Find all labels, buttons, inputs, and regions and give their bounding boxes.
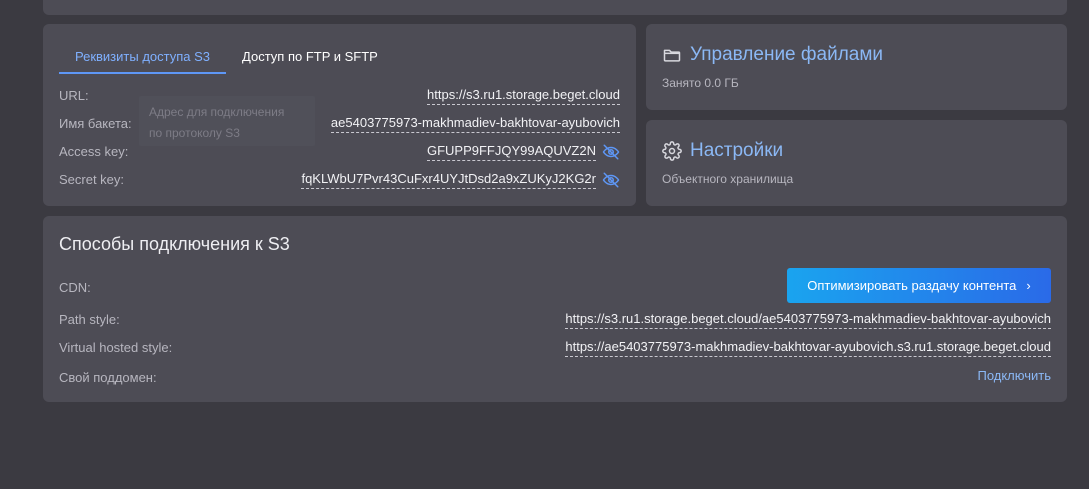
storage-used: Занято 0.0 ГБ bbox=[662, 76, 739, 90]
bucket-label: Имя бакета: bbox=[59, 116, 132, 131]
connect-subdomain-link[interactable]: Подключить bbox=[977, 368, 1051, 383]
settings-title[interactable]: Настройки bbox=[690, 140, 783, 162]
eye-off-icon[interactable] bbox=[602, 143, 620, 161]
cdn-label: CDN: bbox=[59, 280, 91, 295]
url-tooltip: Адрес для подключения по протоколу S3 bbox=[139, 96, 315, 146]
file-management-title[interactable]: Управление файлами bbox=[690, 44, 883, 66]
path-style-value[interactable]: https://s3.ru1.storage.beget.cloud/ae540… bbox=[565, 311, 1051, 329]
access-key-value[interactable]: GFUPP9FFJQY99AQUVZ2N bbox=[426, 143, 596, 161]
settings-card[interactable]: Настройки Объектного хранилища bbox=[646, 120, 1067, 206]
path-style-row: Path style: https://s3.ru1.storage.beget… bbox=[59, 310, 1051, 332]
s3-connection-title: Способы подключения к S3 bbox=[59, 234, 290, 254]
top-card bbox=[43, 0, 1067, 15]
file-management-title-row[interactable]: Управление файлами bbox=[662, 44, 883, 66]
tooltip-line-1: Адрес для подключения bbox=[149, 105, 285, 119]
bucket-value[interactable]: ae5403775973-makhmadiev-bakhtovar-ayubov… bbox=[330, 115, 620, 133]
optimize-content-button[interactable]: Оптимизировать раздачу контента › bbox=[787, 268, 1051, 303]
tab-ftp-sftp[interactable]: Доступ по FTP и SFTP bbox=[226, 42, 394, 74]
subdomain-row: Свой поддомен: bbox=[59, 368, 1051, 390]
credentials-tabs: Реквизиты доступа S3 Доступ по FTP и SFT… bbox=[59, 42, 394, 74]
folder-icon bbox=[663, 49, 681, 62]
url-label: URL: bbox=[59, 88, 89, 103]
secret-key-value[interactable]: fqKLWbU7Pvr43CuFxr4UYJtDsd2a9xZUKyJ2KG2r bbox=[301, 171, 596, 189]
secret-key-label: Secret key: bbox=[59, 172, 125, 187]
settings-title-row[interactable]: Настройки bbox=[662, 140, 783, 162]
settings-subtitle: Объектного хранилища bbox=[662, 172, 794, 186]
credentials-card: Реквизиты доступа S3 Доступ по FTP и SFT… bbox=[43, 24, 636, 206]
virtual-hosted-value[interactable]: https://ae5403775973-makhmadiev-bakhtova… bbox=[565, 339, 1051, 357]
tooltip-line-2: по протоколу S3 bbox=[149, 126, 240, 140]
access-key-label: Access key: bbox=[59, 144, 129, 159]
eye-off-icon[interactable] bbox=[602, 171, 620, 189]
chevron-right-icon: › bbox=[1026, 278, 1031, 293]
url-value[interactable]: https://s3.ru1.storage.beget.cloud bbox=[427, 87, 620, 105]
secret-key-row: Secret key: fqKLWbU7Pvr43CuFxr4UYJtDsd2a… bbox=[59, 170, 620, 192]
subdomain-label: Свой поддомен: bbox=[59, 370, 157, 385]
file-management-card[interactable]: Управление файлами Занято 0.0 ГБ bbox=[646, 24, 1067, 110]
path-style-label: Path style: bbox=[59, 312, 120, 327]
virtual-hosted-label: Virtual hosted style: bbox=[59, 340, 173, 355]
gear-icon bbox=[662, 141, 682, 161]
tab-s3-credentials[interactable]: Реквизиты доступа S3 bbox=[59, 42, 227, 74]
virtual-hosted-row: Virtual hosted style: https://ae54037759… bbox=[59, 338, 1051, 360]
s3-connection-card: Способы подключения к S3 CDN: Оптимизиро… bbox=[43, 216, 1067, 402]
optimize-content-button-label: Оптимизировать раздачу контента bbox=[807, 278, 1017, 293]
